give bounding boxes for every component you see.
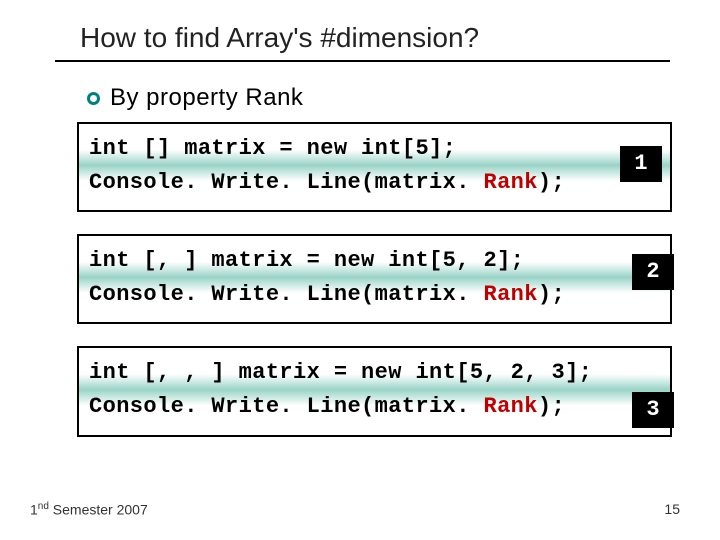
page-title: How to find Array's #dimension? (80, 22, 680, 54)
output-badge-2: 2 (632, 254, 674, 290)
bullet-row: By property Rank (87, 84, 680, 112)
code-line: int [, ] matrix = new int[5, 2]; (89, 244, 660, 278)
code-line: int [] matrix = new int[5]; (89, 132, 660, 166)
output-badge-1: 1 (620, 146, 662, 182)
title-rule (55, 60, 670, 62)
footer-semester: 1nd Semester 2007 (30, 501, 148, 518)
code-block-3: int [, , ] matrix = new int[5, 2, 3]; Co… (77, 346, 672, 436)
code-block-2: int [, ] matrix = new int[5, 2]; Console… (77, 234, 672, 324)
code-line: Console. Write. Line(matrix. Rank); (89, 278, 660, 312)
code-line: int [, , ] matrix = new int[5, 2, 3]; (89, 356, 660, 390)
rank-keyword: Rank (483, 394, 537, 419)
bullet-text: By property Rank (110, 84, 303, 112)
bullet-icon (87, 92, 100, 105)
footer: 1nd Semester 2007 15 (30, 501, 680, 518)
code-line: Console. Write. Line(matrix. Rank); (89, 166, 660, 200)
slide: How to find Array's #dimension? By prope… (0, 0, 720, 540)
code-block-1: int [] matrix = new int[5]; Console. Wri… (77, 122, 672, 212)
rank-keyword: Rank (483, 170, 537, 195)
code-line: Console. Write. Line(matrix. Rank); (89, 390, 660, 424)
rank-keyword: Rank (483, 282, 537, 307)
page-number: 15 (664, 501, 680, 518)
output-badge-3: 3 (632, 392, 674, 428)
